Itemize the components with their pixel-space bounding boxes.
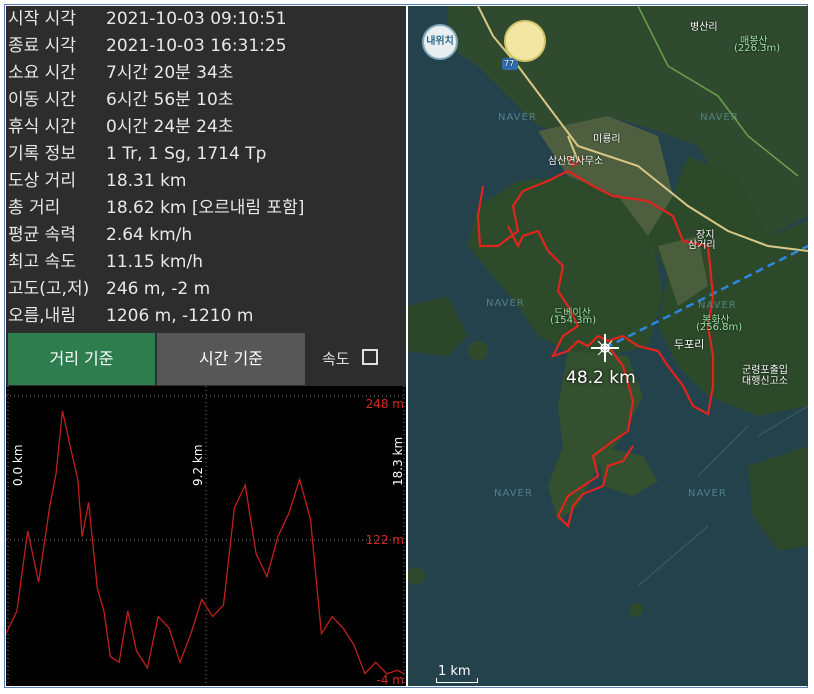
stat-value: 7시간 20분 34초 — [106, 63, 234, 83]
naver-watermark: NAVER — [698, 300, 737, 311]
stat-label: 도상 거리 — [8, 171, 76, 191]
y-axis-label: 248 m — [366, 397, 404, 411]
map-label-peak1-height: (154.3m) — [550, 315, 597, 326]
route-number-label: 77 — [504, 59, 515, 68]
map-label-junction: 삼거리 — [688, 240, 716, 251]
track-stats: 시작 시각 2021-10-03 09:10:51 종료 시각 2021-10-03 … — [6, 6, 406, 332]
tab-time[interactable]: 시간 기준 — [157, 333, 305, 385]
stat-label: 고도(고,저) — [8, 279, 90, 299]
stat-label: 휴식 시간 — [8, 117, 76, 137]
map-label-right2: 대행신고소 — [742, 376, 788, 387]
stat-row: 도상 거리 18.31 km — [6, 168, 406, 195]
y-axis-label: 122 m — [366, 533, 404, 547]
naver-watermark: NAVER — [498, 112, 537, 123]
stat-row: 이동 시간 6시간 56분 10초 — [6, 87, 406, 114]
satellite-map — [408, 6, 808, 686]
stat-label: 최고 속도 — [8, 252, 76, 272]
x-axis-label: 0.0 km — [11, 444, 25, 486]
measured-distance: 48.2 km — [566, 368, 636, 388]
stat-value: 1 Tr, 1 Sg, 1714 Tp — [106, 144, 267, 164]
map-label-miryongri: 미룡리 — [593, 134, 621, 145]
stat-row: 종료 시각 2021-10-03 16:31:25 — [6, 33, 406, 60]
x-axis-label: 18.3 km — [391, 437, 405, 486]
stat-value: 18.62 km [오르내림 포함] — [106, 198, 305, 218]
stat-value: 1206 m, -1210 m — [106, 306, 254, 326]
naver-watermark: NAVER — [486, 298, 525, 309]
stat-row: 총 거리 18.62 km [오르내림 포함] — [6, 195, 406, 222]
stat-label: 종료 시각 — [8, 36, 76, 56]
map-label-byeongsan: 병산리 — [690, 22, 718, 33]
stat-value: 6시간 56분 10초 — [106, 90, 234, 110]
stat-row: 기록 정보 1 Tr, 1 Sg, 1714 Tp — [6, 141, 406, 168]
stat-row: 평균 속력 2.64 km/h — [6, 222, 406, 249]
stat-row: 고도(고,저) 246 m, -2 m — [6, 276, 406, 303]
x-axis-label: 9.2 km — [191, 444, 205, 486]
stat-label: 소요 시간 — [8, 63, 76, 83]
map-label-office: 삼산면사무소 — [548, 156, 604, 167]
stat-value: 0시간 24분 24초 — [106, 117, 234, 137]
elevation-graph: 248 m 122 m -4 m 0.0 km 9.2 km 18.3 km — [6, 386, 406, 686]
map-view[interactable]: 내위치 77 병산리 매봉산 (226.3m) 미룡리 삼산면사무소 장지 삼거… — [408, 6, 808, 686]
stat-label: 오름,내림 — [8, 306, 76, 326]
y-axis-label: -4 m — [377, 673, 404, 686]
stat-value: 2021-10-03 09:10:51 — [106, 9, 287, 29]
stat-label: 총 거리 — [8, 198, 61, 218]
map-label-dupori: 두포리 — [674, 338, 705, 351]
tab-distance[interactable]: 거리 기준 — [8, 333, 155, 385]
elevation-chart: 248 m 122 m -4 m 0.0 km 9.2 km 18.3 km — [6, 386, 406, 686]
stat-label: 시작 시각 — [8, 9, 76, 29]
stat-label: 평균 속력 — [8, 225, 76, 245]
track-info-panel: 시작 시각 2021-10-03 09:10:51 종료 시각 2021-10-03 … — [6, 6, 406, 686]
stat-row: 소요 시간 7시간 20분 34초 — [6, 60, 406, 87]
map-scale-bar — [436, 678, 478, 683]
speed-label: 속도 — [322, 350, 350, 368]
stat-row: 오름,내림 1206 m, -1210 m — [6, 303, 406, 330]
naver-watermark: NAVER — [494, 488, 533, 499]
stat-label: 이동 시간 — [8, 90, 76, 110]
stat-value: 2021-10-03 16:31:25 — [106, 36, 287, 56]
stat-label: 기록 정보 — [8, 144, 76, 164]
elevation-line — [6, 410, 405, 675]
map-label-peak2-height: (256.8m) — [696, 322, 743, 333]
stat-value: 11.15 km/h — [106, 252, 203, 272]
stat-row: 시작 시각 2021-10-03 09:10:51 — [6, 6, 406, 33]
stat-value: 18.31 km — [106, 171, 187, 191]
naver-watermark: NAVER — [688, 488, 727, 499]
layer-button[interactable] — [504, 20, 546, 62]
map-scale-label: 1 km — [438, 664, 471, 679]
stat-value: 2.64 km/h — [106, 225, 193, 245]
current-location-button[interactable]: 내위치 — [422, 24, 458, 60]
speed-checkbox[interactable] — [362, 349, 378, 365]
stat-value: 246 m, -2 m — [106, 279, 211, 299]
stat-row: 휴식 시간 0시간 24분 24초 — [6, 114, 406, 141]
map-label-maebongsan-height: (226.3m) — [734, 43, 781, 54]
naver-watermark: NAVER — [700, 112, 739, 123]
graph-mode-tabs: 거리 기준 시간 기준 속도 — [6, 333, 406, 385]
stat-row: 최고 속도 11.15 km/h — [6, 249, 406, 276]
